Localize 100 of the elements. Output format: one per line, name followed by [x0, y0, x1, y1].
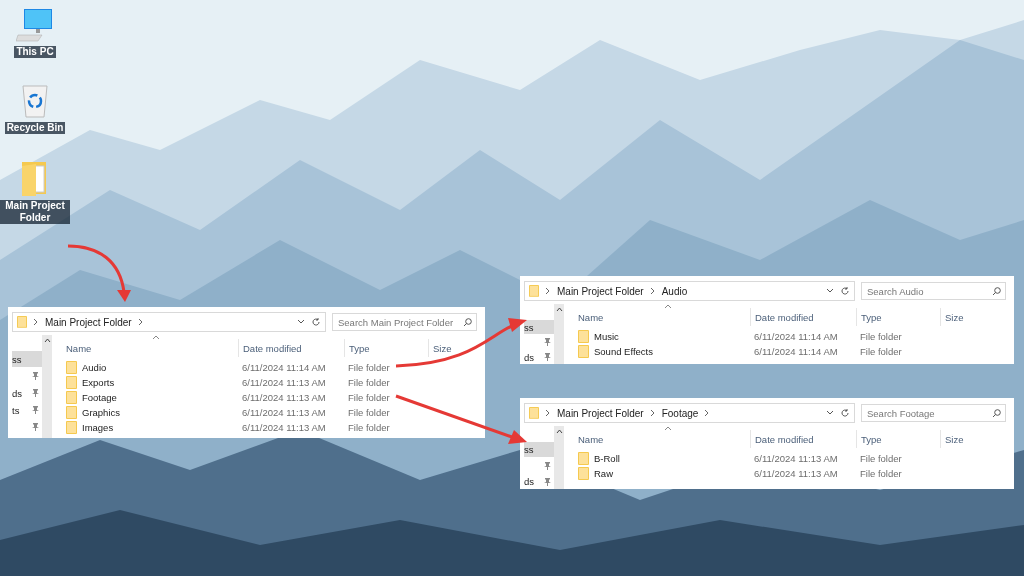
scrollbar[interactable] — [554, 304, 564, 364]
scroll-up-icon[interactable] — [43, 338, 51, 343]
nav-item[interactable]: ss — [524, 442, 554, 457]
address-bar[interactable]: Main Project Folder Audio — [524, 281, 855, 301]
column-header[interactable]: Size — [428, 339, 477, 357]
nav-item-label: ds — [12, 387, 23, 399]
folder-icon — [17, 316, 27, 328]
pin-icon[interactable] — [32, 423, 39, 431]
column-header[interactable]: Name — [578, 308, 750, 326]
dropdown-caret-icon[interactable] — [297, 319, 305, 325]
column-header[interactable]: Size — [940, 430, 1006, 448]
folder-icon — [578, 330, 589, 343]
column-header[interactable]: Name — [66, 339, 238, 357]
folder-icon — [66, 421, 77, 434]
date-cell-text: 6/11/2024 11:13 AM — [241, 422, 327, 433]
search-field[interactable]: Search Audio — [861, 282, 1006, 300]
pin-icon[interactable] — [544, 477, 551, 486]
date-cell-text: 6/11/2024 11:13 AM — [753, 468, 839, 479]
folder-icon — [66, 391, 77, 404]
nav-item[interactable]: ds — [524, 350, 554, 364]
scrollbar[interactable] — [554, 426, 564, 489]
breadcrumb-item[interactable]: Main Project Folder — [557, 407, 644, 419]
chevron-icon — [704, 409, 711, 417]
date-cell-text: 6/11/2024 11:14 AM — [753, 331, 839, 342]
type-cell-text: File folder — [859, 331, 903, 342]
address-bar[interactable]: Main Project Folder Footage — [524, 403, 855, 423]
date-cell-text: 6/11/2024 11:13 AM — [241, 407, 327, 418]
desktop-icon-label[interactable]: This PC — [14, 46, 56, 58]
pin-icon[interactable] — [544, 338, 551, 346]
address-bar[interactable]: Main Project Folder — [12, 312, 326, 332]
column-header[interactable]: Date modified — [750, 430, 856, 448]
chevron-icon — [545, 287, 551, 295]
folder-icon — [66, 406, 77, 419]
refresh-icon[interactable] — [311, 317, 321, 327]
file-name[interactable]: Footage — [66, 391, 238, 404]
folder-icon — [578, 345, 589, 358]
pin-icon[interactable] — [544, 353, 551, 361]
column-header[interactable]: Date modified — [238, 339, 344, 357]
nav-item-label: ds — [524, 351, 535, 363]
scrollbar[interactable] — [42, 335, 52, 438]
file-name[interactable]: Graphics — [66, 406, 238, 419]
nav-item[interactable]: ds — [524, 474, 554, 489]
file-name[interactable]: Images — [66, 421, 238, 434]
monitor-icon[interactable] — [16, 8, 54, 42]
refresh-icon[interactable] — [840, 408, 850, 418]
date-cell-text: 6/11/2024 11:14 AM — [241, 362, 327, 373]
breadcrumb-item[interactable]: Footage — [661, 407, 699, 419]
dropdown-caret-icon[interactable] — [826, 288, 834, 294]
file-name[interactable]: Music — [578, 330, 750, 343]
type-cell-text: File folder — [347, 392, 391, 403]
search-field[interactable]: Search Footage — [861, 404, 1006, 422]
chevron-icon — [545, 409, 551, 417]
file-name[interactable]: Sound Effects — [578, 345, 750, 358]
search-field[interactable]: Search Main Project Folder — [332, 313, 477, 331]
chevron-icon — [137, 318, 144, 326]
type-cell-text: File folder — [347, 362, 391, 373]
nav-item[interactable]: ss — [524, 320, 554, 334]
chevron-icon — [649, 287, 656, 295]
nav-item-label: ts — [12, 404, 20, 416]
file-name[interactable]: B-Roll — [578, 452, 750, 465]
folder-icon — [529, 285, 539, 297]
type-cell-text: File folder — [859, 453, 903, 464]
date-cell-text: 6/11/2024 11:13 AM — [241, 392, 327, 403]
date-cell-text: 6/11/2024 11:14 AM — [753, 346, 839, 357]
nav-item[interactable]: ss — [12, 351, 42, 367]
type-cell-text: File folder — [347, 422, 391, 433]
pin-icon[interactable] — [544, 461, 551, 470]
dropdown-caret-icon[interactable] — [826, 410, 834, 416]
type-cell-text: File folder — [859, 346, 903, 357]
file-name[interactable]: Raw — [578, 467, 750, 480]
breadcrumb-item[interactable]: Main Project Folder — [557, 285, 644, 297]
recycle-bin-icon[interactable] — [22, 84, 48, 118]
file-name[interactable]: Exports — [66, 376, 238, 389]
search-icon — [463, 317, 472, 327]
scroll-up-icon[interactable] — [555, 429, 563, 434]
search-icon — [992, 286, 1001, 296]
column-header[interactable]: Date modified — [750, 308, 856, 326]
nav-item[interactable]: ts — [12, 402, 42, 418]
sort-caret-icon — [664, 426, 672, 431]
scroll-up-icon[interactable] — [555, 307, 563, 312]
refresh-icon[interactable] — [840, 286, 850, 296]
pin-icon[interactable] — [32, 372, 39, 380]
pin-icon[interactable] — [32, 389, 39, 397]
column-header[interactable]: Type — [856, 308, 940, 326]
desktop-icon-label[interactable]: Main Project Folder — [0, 200, 70, 224]
breadcrumb-item[interactable]: Main Project Folder — [45, 316, 132, 328]
folder-icon — [66, 376, 77, 389]
pin-icon[interactable] — [32, 406, 39, 414]
breadcrumb-item[interactable]: Audio — [661, 285, 688, 297]
column-header[interactable]: Type — [344, 339, 428, 357]
column-header[interactable]: Type — [856, 430, 940, 448]
column-header[interactable]: Name — [578, 430, 750, 448]
sort-caret-icon — [152, 335, 160, 340]
type-cell-text: File folder — [347, 377, 391, 388]
nav-item[interactable]: ds — [12, 385, 42, 401]
column-header[interactable]: Size — [940, 308, 1006, 326]
type-cell-text: File folder — [859, 468, 903, 479]
desktop-icon-label[interactable]: Recycle Bin — [4, 122, 66, 134]
file-name[interactable]: Audio — [66, 361, 238, 374]
date-cell-text: 6/11/2024 11:13 AM — [241, 377, 327, 388]
